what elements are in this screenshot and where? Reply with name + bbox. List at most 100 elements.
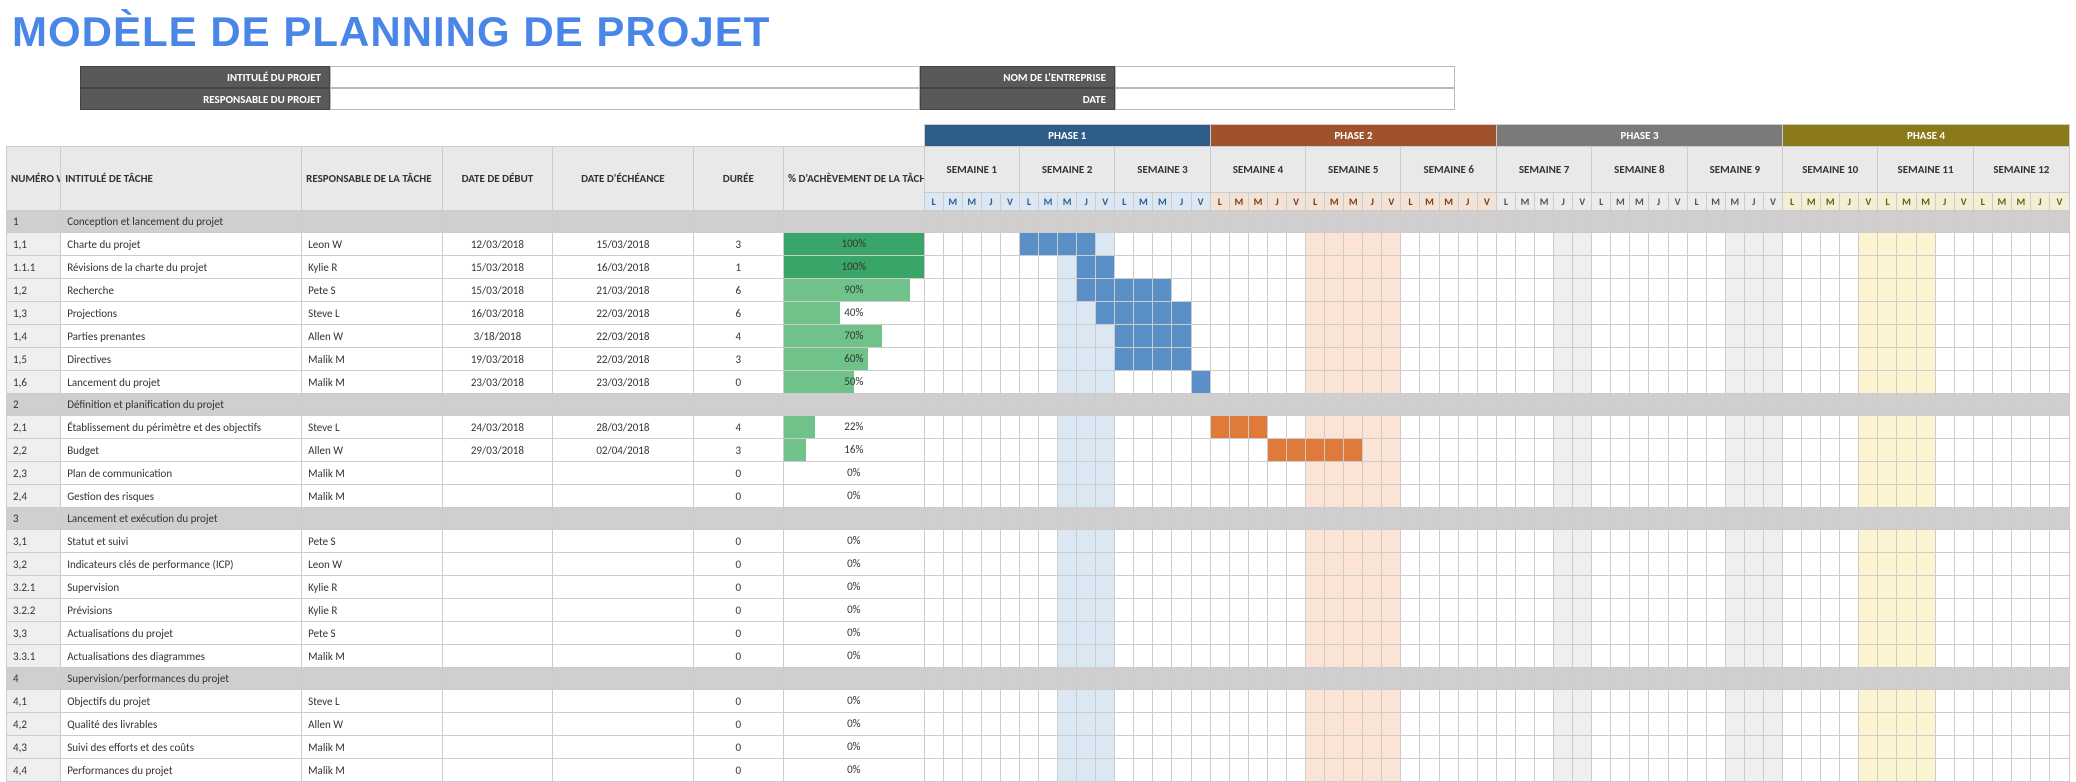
gantt-cell[interactable]: [981, 325, 1000, 348]
gantt-cell[interactable]: [1000, 530, 1019, 553]
start-cell[interactable]: [442, 485, 552, 508]
task-cell[interactable]: Performances du projet: [61, 759, 302, 782]
gantt-cell[interactable]: [1477, 485, 1496, 508]
owner-cell[interactable]: Malik M: [302, 485, 443, 508]
gantt-cell[interactable]: [1897, 325, 1916, 348]
gantt-cell[interactable]: [1802, 599, 1821, 622]
gantt-cell[interactable]: [1287, 416, 1306, 439]
gantt-cell[interactable]: [1783, 256, 1802, 279]
wbs-cell[interactable]: 1,5: [7, 348, 61, 371]
gantt-cell[interactable]: [1439, 325, 1458, 348]
gantt-cell[interactable]: [2049, 759, 2069, 782]
gantt-cell[interactable]: [1706, 233, 1725, 256]
gantt-cell[interactable]: [1172, 302, 1191, 325]
gantt-cell[interactable]: [1821, 622, 1840, 645]
gantt-cell[interactable]: [1973, 622, 1992, 645]
gantt-cell[interactable]: [1210, 530, 1229, 553]
gantt-cell[interactable]: [1058, 622, 1077, 645]
gantt-cell[interactable]: [962, 690, 981, 713]
gantt-cell[interactable]: [1821, 302, 1840, 325]
gantt-cell[interactable]: [1763, 736, 1782, 759]
gantt-cell[interactable]: [1325, 645, 1344, 668]
gantt-cell[interactable]: [1344, 348, 1363, 371]
gantt-cell[interactable]: [1000, 759, 1019, 782]
gantt-cell[interactable]: [981, 416, 1000, 439]
gantt-cell[interactable]: [1458, 736, 1477, 759]
gantt-cell[interactable]: [943, 439, 962, 462]
gantt-cell[interactable]: [1687, 485, 1706, 508]
gantt-cell[interactable]: [1592, 553, 1611, 576]
gantt-cell[interactable]: [1115, 462, 1134, 485]
gantt-cell[interactable]: [924, 736, 943, 759]
gantt-cell[interactable]: [1248, 462, 1267, 485]
gantt-cell[interactable]: [1229, 622, 1248, 645]
gantt-cell[interactable]: [1458, 233, 1477, 256]
gantt-cell[interactable]: [1802, 462, 1821, 485]
gantt-cell[interactable]: [1554, 233, 1573, 256]
gantt-cell[interactable]: [1859, 690, 1878, 713]
gantt-cell[interactable]: [2011, 325, 2030, 348]
gantt-cell[interactable]: [1554, 576, 1573, 599]
gantt-cell[interactable]: [1973, 485, 1992, 508]
gantt-cell[interactable]: [1115, 713, 1134, 736]
owner-cell[interactable]: Leon W: [302, 553, 443, 576]
gantt-cell[interactable]: [924, 553, 943, 576]
gantt-cell[interactable]: [1878, 416, 1897, 439]
gantt-cell[interactable]: [1935, 279, 1954, 302]
owner-cell[interactable]: Allen W: [302, 439, 443, 462]
gantt-cell[interactable]: [1954, 713, 1973, 736]
gantt-cell[interactable]: [1229, 462, 1248, 485]
gantt-cell[interactable]: [1783, 576, 1802, 599]
gantt-cell[interactable]: [1840, 645, 1859, 668]
gantt-cell[interactable]: [1382, 439, 1401, 462]
gantt-cell[interactable]: [1019, 233, 1038, 256]
gantt-cell[interactable]: [2049, 736, 2069, 759]
gantt-cell[interactable]: [1153, 485, 1172, 508]
gantt-cell[interactable]: [1573, 553, 1592, 576]
gantt-cell[interactable]: [981, 713, 1000, 736]
start-cell[interactable]: 15/03/2018: [442, 256, 552, 279]
gantt-cell[interactable]: [1210, 439, 1229, 462]
gantt-cell[interactable]: [1248, 553, 1267, 576]
gantt-cell[interactable]: [1115, 553, 1134, 576]
gantt-cell[interactable]: [1077, 599, 1096, 622]
gantt-cell[interactable]: [943, 462, 962, 485]
gantt-cell[interactable]: [1973, 736, 1992, 759]
gantt-cell[interactable]: [962, 233, 981, 256]
gantt-cell[interactable]: [1725, 713, 1744, 736]
gantt-cell[interactable]: [1859, 256, 1878, 279]
gantt-cell[interactable]: [2049, 279, 2069, 302]
owner-cell[interactable]: Pete S: [302, 279, 443, 302]
gantt-cell[interactable]: [1821, 736, 1840, 759]
gantt-cell[interactable]: [1344, 439, 1363, 462]
gantt-cell[interactable]: [1554, 348, 1573, 371]
gantt-cell[interactable]: [1439, 233, 1458, 256]
gantt-cell[interactable]: [2011, 690, 2030, 713]
gantt-cell[interactable]: [1535, 759, 1554, 782]
gantt-cell[interactable]: [2030, 622, 2049, 645]
gantt-cell[interactable]: [1039, 256, 1058, 279]
gantt-cell[interactable]: [1363, 302, 1382, 325]
gantt-cell[interactable]: [2049, 713, 2069, 736]
gantt-cell[interactable]: [1153, 279, 1172, 302]
gantt-cell[interactable]: [1725, 485, 1744, 508]
gantt-cell[interactable]: [1077, 279, 1096, 302]
gantt-cell[interactable]: [1954, 576, 1973, 599]
wbs-cell[interactable]: 3,3: [7, 622, 61, 645]
gantt-cell[interactable]: [1153, 530, 1172, 553]
gantt-cell[interactable]: [1248, 302, 1267, 325]
gantt-cell[interactable]: [1802, 736, 1821, 759]
gantt-cell[interactable]: [1630, 302, 1649, 325]
gantt-cell[interactable]: [1496, 279, 1515, 302]
gantt-cell[interactable]: [1592, 736, 1611, 759]
task-cell[interactable]: Lancement et exécution du projet: [61, 508, 302, 530]
gantt-cell[interactable]: [1096, 736, 1115, 759]
gantt-cell[interactable]: [1592, 279, 1611, 302]
gantt-cell[interactable]: [1210, 759, 1229, 782]
gantt-cell[interactable]: [1019, 713, 1038, 736]
gantt-cell[interactable]: [1439, 553, 1458, 576]
gantt-cell[interactable]: [1916, 256, 1935, 279]
gantt-cell[interactable]: [1935, 348, 1954, 371]
gantt-cell[interactable]: [1496, 713, 1515, 736]
gantt-cell[interactable]: [1439, 371, 1458, 394]
